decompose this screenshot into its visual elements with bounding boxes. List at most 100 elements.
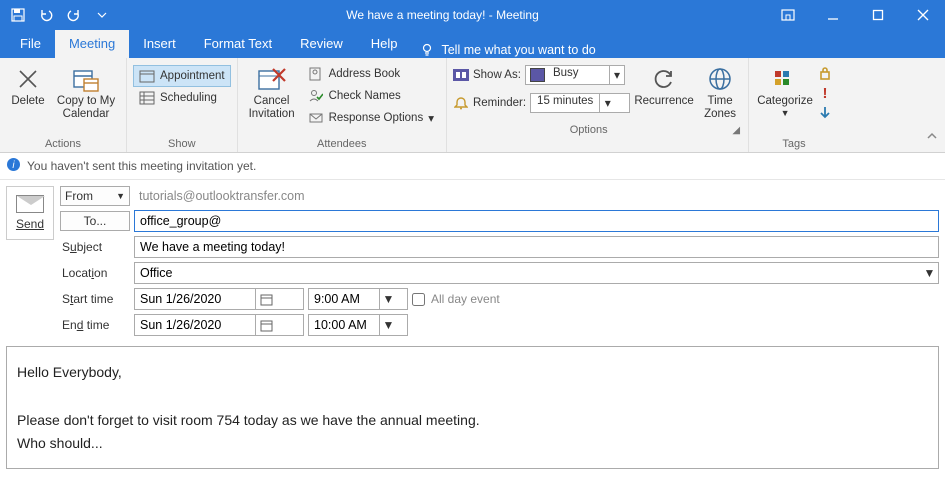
- end-time-label: End time: [60, 318, 130, 332]
- to-input[interactable]: [134, 210, 939, 232]
- calendar-icon[interactable]: [255, 315, 277, 335]
- start-date-input[interactable]: [135, 289, 255, 309]
- minimize-button[interactable]: [810, 0, 855, 30]
- delete-icon: [12, 63, 44, 95]
- cancel-invitation-button[interactable]: Cancel Invitation: [244, 61, 300, 129]
- to-button[interactable]: To...: [60, 211, 130, 231]
- body-line2: Please don't forget to visit room 754 to…: [17, 409, 928, 433]
- calendar-copy-icon: [70, 63, 102, 95]
- reminder-icon: [453, 95, 469, 111]
- group-attendees-label: Attendees: [244, 137, 440, 151]
- check-names-button[interactable]: Check Names: [302, 85, 440, 107]
- tellme-search[interactable]: Tell me what you want to do: [411, 42, 603, 58]
- from-value: tutorials@outlooktransfer.com: [134, 189, 939, 203]
- cancel-invitation-icon: [256, 63, 288, 95]
- group-actions: Delete Copy to My Calendar Actions: [0, 58, 127, 152]
- from-label: From: [65, 189, 93, 203]
- address-book-button[interactable]: Address Book: [302, 63, 440, 85]
- from-button[interactable]: From ▼: [60, 186, 130, 206]
- group-actions-label: Actions: [6, 137, 120, 151]
- qat-customize-button[interactable]: [88, 1, 116, 29]
- scheduling-button[interactable]: Scheduling: [133, 87, 231, 109]
- collapse-ribbon-button[interactable]: [925, 129, 939, 146]
- show-as-label: Show As:: [473, 69, 521, 81]
- check-names-label: Check Names: [329, 90, 401, 102]
- send-label: Send: [16, 217, 44, 231]
- categorize-button[interactable]: Categorize ▼: [755, 61, 815, 121]
- message-body[interactable]: Hello Everybody, Please don't forget to …: [6, 346, 939, 469]
- tab-insert[interactable]: Insert: [129, 30, 190, 58]
- group-tags: Categorize ▼ ! Tags: [749, 58, 839, 152]
- undo-button[interactable]: [32, 1, 60, 29]
- location-dropdown-button[interactable]: ▼: [921, 262, 939, 284]
- end-date-input[interactable]: [135, 315, 255, 335]
- group-show-label: Show: [133, 137, 231, 151]
- all-day-checkbox[interactable]: All day event: [412, 292, 939, 306]
- info-icon: i: [6, 157, 21, 175]
- delete-label: Delete: [11, 95, 44, 108]
- response-options-button[interactable]: Response Options ▾: [302, 107, 440, 129]
- high-importance-icon[interactable]: !: [817, 85, 833, 101]
- reminder-combo[interactable]: 15 minutes ▾: [530, 93, 630, 113]
- recurrence-button[interactable]: Recurrence: [632, 61, 696, 123]
- recurrence-label: Recurrence: [634, 95, 693, 108]
- recurrence-icon: [648, 63, 680, 95]
- scheduling-icon: [139, 90, 155, 106]
- categorize-label: Categorize: [757, 95, 813, 108]
- all-day-input[interactable]: [412, 293, 425, 306]
- start-hour-combo[interactable]: ▼: [308, 288, 408, 310]
- group-tags-label: Tags: [755, 137, 833, 151]
- chevron-down-icon[interactable]: ▼: [379, 315, 397, 335]
- chevron-down-icon[interactable]: ▾: [609, 66, 624, 84]
- ribbon-display-button[interactable]: [765, 0, 810, 30]
- info-text: You haven't sent this meeting invitation…: [27, 159, 256, 173]
- response-options-icon: [308, 110, 324, 126]
- tab-format-text[interactable]: Format Text: [190, 30, 286, 58]
- group-show: Appointment Scheduling Show: [127, 58, 238, 152]
- time-grid: Start time ▼ All day event End time ▼: [60, 288, 939, 336]
- end-date-combo[interactable]: [134, 314, 304, 336]
- appointment-label: Appointment: [160, 70, 225, 82]
- start-date-combo[interactable]: [134, 288, 304, 310]
- end-hour-combo[interactable]: ▼: [308, 314, 408, 336]
- subject-input[interactable]: [134, 236, 939, 258]
- window-title: We have a meeting today! - Meeting: [120, 8, 765, 22]
- time-zones-label: Time Zones: [704, 95, 736, 121]
- response-options-label: Response Options: [329, 112, 424, 124]
- calendar-icon[interactable]: [255, 289, 277, 309]
- tab-file[interactable]: File: [6, 30, 55, 58]
- tab-review[interactable]: Review: [286, 30, 357, 58]
- tab-help[interactable]: Help: [357, 30, 412, 58]
- group-options-label: Options: [453, 123, 724, 137]
- show-as-combo[interactable]: Busy ▾: [525, 65, 625, 85]
- globe-icon: [704, 63, 736, 95]
- copy-to-calendar-button[interactable]: Copy to My Calendar: [52, 61, 120, 123]
- end-hour-input[interactable]: [309, 315, 379, 335]
- time-zones-button[interactable]: Time Zones: [698, 61, 742, 123]
- ribbon-tabs: File Meeting Insert Format Text Review H…: [0, 30, 945, 58]
- scheduling-label: Scheduling: [160, 92, 217, 104]
- categorize-icon: [769, 63, 801, 95]
- group-options: Show As: Busy ▾ Reminder: 15 minutes ▾: [447, 58, 749, 152]
- all-day-label: All day event: [431, 292, 500, 306]
- close-button[interactable]: [900, 0, 945, 30]
- private-icon[interactable]: [817, 65, 833, 81]
- save-button[interactable]: [4, 1, 32, 29]
- location-input[interactable]: [134, 262, 921, 284]
- start-hour-input[interactable]: [309, 289, 379, 309]
- maximize-button[interactable]: [855, 0, 900, 30]
- redo-button[interactable]: [60, 1, 88, 29]
- body-line1: Hello Everybody,: [17, 361, 928, 385]
- chevron-down-icon[interactable]: ▼: [379, 289, 397, 309]
- delete-button[interactable]: Delete: [6, 61, 50, 123]
- group-attendees: Cancel Invitation Address Book Check Nam…: [238, 58, 447, 152]
- reminder-label: Reminder:: [473, 97, 526, 109]
- chevron-down-icon[interactable]: ▾: [599, 94, 615, 112]
- chevron-down-icon: ▾: [428, 111, 434, 125]
- send-button[interactable]: Send: [6, 186, 54, 240]
- address-book-icon: [308, 66, 324, 82]
- options-dialog-launcher[interactable]: ◢: [732, 125, 742, 136]
- low-importance-icon[interactable]: [817, 105, 833, 121]
- appointment-button[interactable]: Appointment: [133, 65, 231, 87]
- tab-meeting[interactable]: Meeting: [55, 30, 129, 58]
